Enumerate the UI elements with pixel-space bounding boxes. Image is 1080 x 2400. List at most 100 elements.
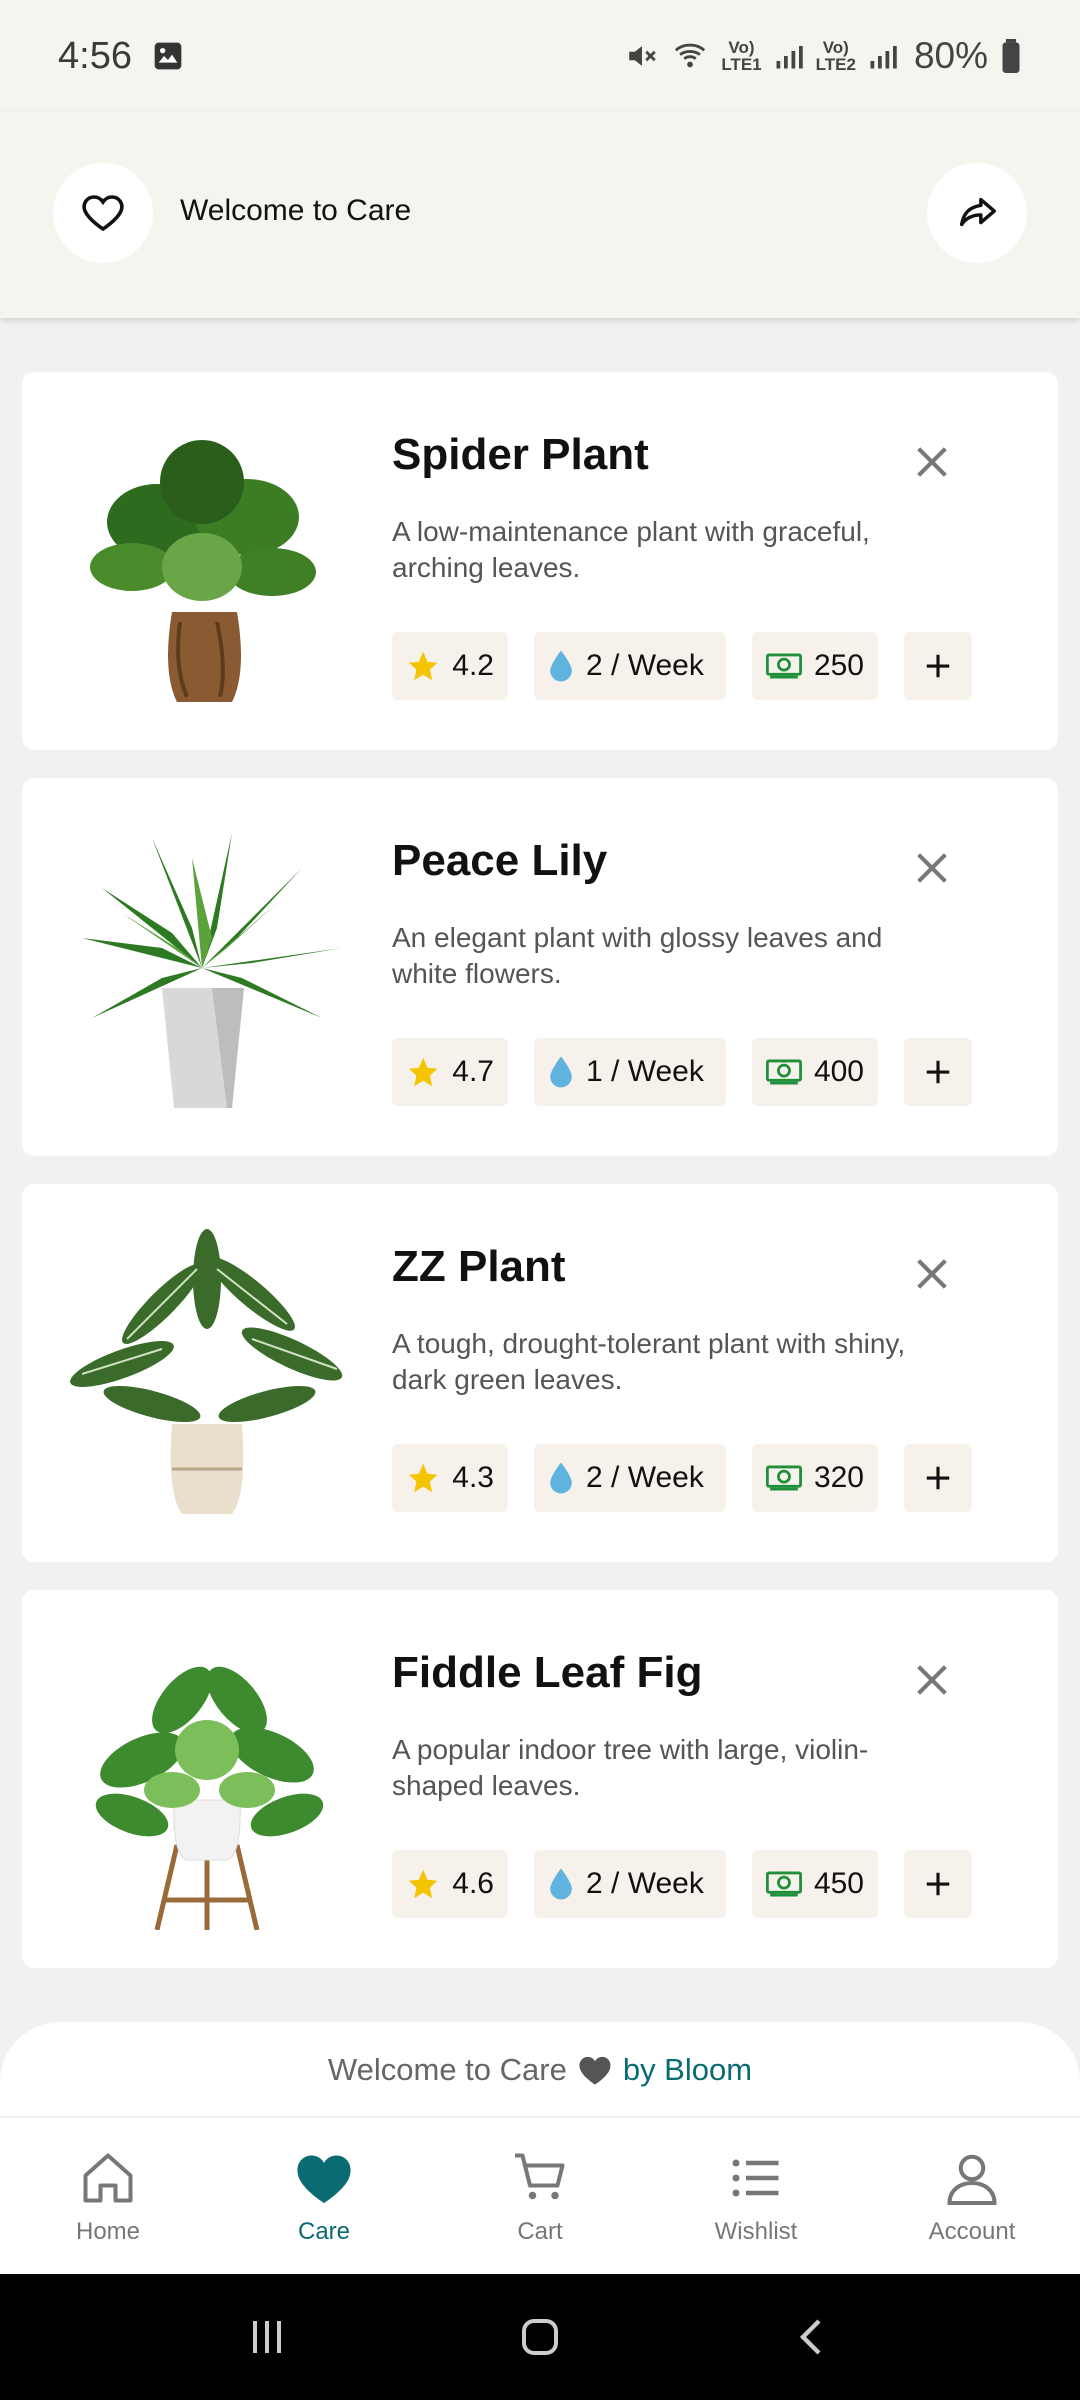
bottom-navigation: Home Care Cart Wishlist Account [0, 2116, 1080, 2274]
plus-icon [926, 1466, 950, 1490]
price-chip: 450 [752, 1850, 878, 1918]
watering-chip: 2 / Week [534, 632, 726, 700]
heart-outline-icon [82, 195, 124, 232]
plant-photo [90, 440, 316, 702]
price-value: 450 [813, 1867, 864, 1900]
nav-label: Care [297, 2218, 351, 2245]
water-drop-icon [550, 1056, 572, 1088]
add-button[interactable] [904, 1038, 972, 1106]
water-drop-icon [550, 650, 572, 682]
nav-label: Cart [517, 2218, 563, 2245]
nav-wishlist[interactable]: Wishlist [648, 2118, 864, 2274]
plus-icon [926, 1060, 950, 1084]
home-circle-icon[interactable] [516, 2313, 564, 2361]
mute-icon [629, 46, 657, 66]
rating-chip: 4.6 [392, 1850, 508, 1918]
remove-button[interactable] [902, 1244, 962, 1304]
heart-icon [579, 2056, 611, 2085]
plant-card[interactable]: Fiddle Leaf Fig A popular indoor tree wi… [22, 1590, 1058, 1968]
plus-icon [926, 654, 950, 678]
plant-photo [70, 1229, 343, 1514]
heart-filled-icon [297, 2155, 351, 2203]
status-bar: 4:56 Vo) LTE1 Vo) LTE2 80% [0, 0, 1080, 112]
money-icon [766, 1465, 802, 1491]
close-icon [917, 1259, 947, 1289]
close-icon [917, 1665, 947, 1695]
app-header: Welcome to Care [0, 112, 1080, 318]
home-icon [83, 2153, 133, 2203]
plant-card[interactable]: ZZ Plant A tough, drought-tolerant plant… [22, 1184, 1058, 1562]
plant-description: An elegant plant with glossy leaves and … [392, 922, 883, 989]
close-icon [917, 853, 947, 883]
status-time: 4:56 [58, 34, 132, 77]
water-drop-icon [550, 1462, 572, 1494]
star-icon [408, 1869, 438, 1899]
plant-photo [95, 1666, 324, 1930]
nav-home[interactable]: Home [0, 2118, 216, 2274]
rating-value: 4.6 [452, 1867, 494, 1900]
watering-chip: 2 / Week [534, 1850, 726, 1918]
footer-text: Welcome to Care [327, 2052, 567, 2087]
star-icon [408, 1463, 438, 1493]
header-title: Welcome to Care [180, 194, 412, 227]
plant-photo [82, 833, 342, 1108]
star-icon [408, 1057, 438, 1087]
rating-chip: 4.7 [392, 1038, 508, 1106]
water-drop-icon [550, 1868, 572, 1900]
remove-button[interactable] [902, 838, 962, 898]
share-icon [959, 197, 996, 227]
nav-cart[interactable]: Cart [432, 2118, 648, 2274]
price-chip: 400 [752, 1038, 878, 1106]
rating-value: 4.7 [452, 1055, 494, 1088]
plant-name: Fiddle Leaf Fig [392, 1648, 703, 1697]
battery-percentage: 80% [913, 35, 988, 76]
close-icon [917, 447, 947, 477]
add-button[interactable] [904, 632, 972, 700]
price-value: 320 [813, 1461, 864, 1494]
network-lte1-label: Vo) LTE1 [721, 38, 762, 74]
plus-icon [926, 1872, 950, 1896]
watering-frequency: 2 / Week [586, 649, 704, 682]
battery-icon [1002, 39, 1020, 73]
price-chip: 320 [752, 1444, 878, 1512]
plant-description: A tough, drought-tolerant plant with shi… [392, 1328, 906, 1395]
plant-name: ZZ Plant [392, 1242, 566, 1291]
recent-apps-icon[interactable] [243, 2313, 291, 2361]
status-icons: Vo) LTE1 Vo) LTE2 80% [625, 35, 1022, 77]
signal-icon [870, 46, 897, 69]
signal-icon [776, 46, 803, 69]
rating-chip: 4.2 [392, 632, 508, 700]
price-value: 250 [813, 649, 864, 682]
share-button[interactable] [927, 163, 1027, 263]
gallery-icon [154, 42, 182, 70]
plant-description: A popular indoor tree with large, violin… [392, 1734, 869, 1801]
footer-tagline: Welcome to Care by Bloom [0, 2022, 1080, 2118]
watering-chip: 2 / Week [534, 1444, 726, 1512]
nav-account[interactable]: Account [864, 2118, 1080, 2274]
price-chip: 250 [752, 632, 878, 700]
favorite-button[interactable] [53, 163, 153, 263]
plant-name: Peace Lily [392, 836, 608, 885]
remove-button[interactable] [902, 432, 962, 492]
rating-chip: 4.3 [392, 1444, 508, 1512]
back-icon[interactable] [789, 2313, 837, 2361]
add-button[interactable] [904, 1850, 972, 1918]
watering-frequency: 1 / Week [586, 1055, 704, 1088]
price-value: 400 [813, 1055, 864, 1088]
star-icon [408, 651, 438, 681]
network-lte2-label: Vo) LTE2 [815, 38, 856, 74]
plant-description: A low-maintenance plant with graceful, a… [392, 516, 870, 583]
nav-label: Home [75, 2218, 141, 2245]
plant-card[interactable]: Spider Plant A low-maintenance plant wit… [22, 372, 1058, 750]
cart-icon [515, 2153, 565, 2200]
money-icon [766, 653, 802, 679]
add-button[interactable] [904, 1444, 972, 1512]
watering-frequency: 2 / Week [586, 1461, 704, 1494]
remove-button[interactable] [902, 1650, 962, 1710]
wifi-icon [675, 43, 706, 68]
money-icon [766, 1059, 802, 1085]
nav-care[interactable]: Care [216, 2118, 432, 2274]
system-navigation-bar [0, 2274, 1080, 2400]
plant-card[interactable]: Peace Lily An elegant plant with glossy … [22, 778, 1058, 1156]
watering-frequency: 2 / Week [586, 1867, 704, 1900]
